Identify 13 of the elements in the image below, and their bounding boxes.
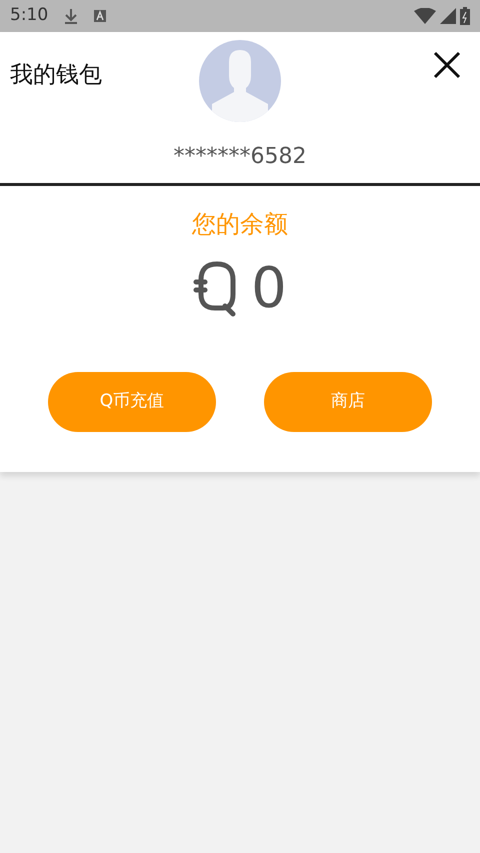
keyboard-icon <box>94 10 106 22</box>
status-time: 5:10 <box>10 4 48 28</box>
close-button[interactable] <box>432 50 462 80</box>
wifi-icon <box>414 8 436 24</box>
signal-icon <box>440 8 456 24</box>
action-button[interactable]: Q币充值 <box>48 372 216 432</box>
download-icon <box>64 8 78 24</box>
page-title: 我的钱包 <box>9 61 103 90</box>
balance-amount: 0 <box>251 261 287 317</box>
account-number: *******6582 <box>172 143 308 171</box>
balance-label: 您的余额 <box>191 209 289 240</box>
battery-icon <box>460 7 470 25</box>
action-button[interactable]: 商店 <box>264 372 432 432</box>
